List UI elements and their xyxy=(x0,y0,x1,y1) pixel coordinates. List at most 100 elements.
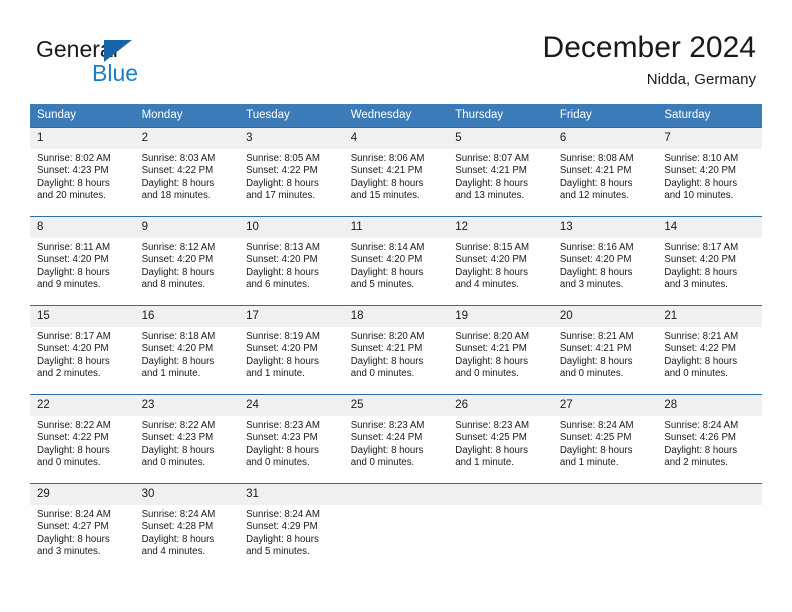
calendar-day-cell[interactable]: 5 Sunrise: 8:07 AM Sunset: 4:21 PM Daylight… xyxy=(448,127,553,217)
daylight-text-line1: Daylight: 8 hours xyxy=(141,444,215,456)
sunset-text: Sunset: 4:22 PM xyxy=(246,165,318,177)
day-number: 4 xyxy=(343,128,449,149)
day-sun-info: Sunrise: 8:24 AM Sunset: 4:29 PM Daylight:… xyxy=(239,505,344,559)
sunset-text: Sunset: 4:22 PM xyxy=(664,343,736,355)
calendar-day-cell[interactable]: 18 Sunrise: 8:20 AM Sunset: 4:21 PM Dayligh… xyxy=(343,305,449,395)
daylight-text-line2: and 10 minutes. xyxy=(664,190,734,202)
daylight-text-line2: and 20 minutes. xyxy=(37,190,106,202)
calendar-day-cell[interactable]: 22 Sunrise: 8:22 AM Sunset: 4:22 PM Dayligh… xyxy=(30,394,135,484)
calendar-day-cell[interactable]: 26 Sunrise: 8:23 AM Sunset: 4:25 PM Dayligh… xyxy=(448,394,553,484)
sunrise-text: Sunrise: 8:19 AM xyxy=(246,331,320,342)
day-sun-info: Sunrise: 8:05 AM Sunset: 4:22 PM Daylight:… xyxy=(239,149,344,203)
sunrise-text: Sunrise: 8:22 AM xyxy=(37,420,111,431)
day-number: 7 xyxy=(657,128,762,149)
sunrise-text: Sunrise: 8:11 AM xyxy=(37,242,111,253)
calendar-day-cell[interactable]: 12 Sunrise: 8:15 AM Sunset: 4:20 PM Dayligh… xyxy=(448,216,553,306)
day-sun-info: Sunrise: 8:02 AM Sunset: 4:23 PM Daylight:… xyxy=(30,149,135,203)
day-sun-info: Sunrise: 8:23 AM Sunset: 4:24 PM Daylight:… xyxy=(344,416,449,470)
sunset-text: Sunset: 4:20 PM xyxy=(246,343,318,355)
sunset-text: Sunset: 4:20 PM xyxy=(141,254,214,266)
calendar-week-row: 15 Sunrise: 8:17 AM Sunset: 4:20 PM Dayligh… xyxy=(30,305,762,395)
calendar-day-cell[interactable]: 11 Sunrise: 8:14 AM Sunset: 4:20 PM Dayligh… xyxy=(343,216,449,306)
day-sun-info: Sunrise: 8:15 AM Sunset: 4:20 PM Daylight:… xyxy=(448,238,553,292)
sunset-text: Sunset: 4:20 PM xyxy=(37,254,109,266)
daylight-text-line1: Daylight: 8 hours xyxy=(455,266,528,278)
day-sun-info: Sunrise: 8:24 AM Sunset: 4:26 PM Daylight:… xyxy=(657,416,762,470)
day-sun-info: Sunrise: 8:23 AM Sunset: 4:23 PM Daylight:… xyxy=(239,416,344,470)
calendar-day-cell[interactable]: 13 Sunrise: 8:16 AM Sunset: 4:20 PM Dayligh… xyxy=(552,216,658,306)
title-block: December 2024 Nidda, Germany xyxy=(543,30,756,89)
sunrise-text: Sunrise: 8:18 AM xyxy=(141,331,216,342)
daylight-text-line2: and 5 minutes. xyxy=(350,279,415,291)
calendar-day-cell[interactable]: 10 Sunrise: 8:13 AM Sunset: 4:20 PM Dayligh… xyxy=(239,216,344,306)
calendar-day-cell[interactable]: 21 Sunrise: 8:21 AM Sunset: 4:22 PM Dayligh… xyxy=(657,305,762,395)
calendar-day-cell[interactable]: 20 Sunrise: 8:21 AM Sunset: 4:21 PM Dayligh… xyxy=(552,305,658,395)
sunrise-text: Sunrise: 8:24 AM xyxy=(141,509,216,520)
daylight-text-line2: and 2 minutes. xyxy=(37,368,101,380)
day-sun-info: Sunrise: 8:22 AM Sunset: 4:23 PM Daylight:… xyxy=(135,416,240,470)
sunrise-text: Sunrise: 8:21 AM xyxy=(559,331,634,342)
weekday-header-sunday: Sunday xyxy=(30,104,135,128)
daylight-text-line1: Daylight: 8 hours xyxy=(37,177,110,189)
day-number: 31 xyxy=(239,484,344,505)
daylight-text-line2: and 12 minutes. xyxy=(559,190,629,202)
calendar-day-cell[interactable]: 15 Sunrise: 8:17 AM Sunset: 4:20 PM Dayligh… xyxy=(30,305,135,395)
day-number: 15 xyxy=(30,306,135,327)
sunset-text: Sunset: 4:22 PM xyxy=(37,432,109,444)
daylight-text-line1: Daylight: 8 hours xyxy=(141,355,215,367)
daylight-text-line1: Daylight: 8 hours xyxy=(350,177,424,189)
sunset-text: Sunset: 4:20 PM xyxy=(141,343,214,355)
day-sun-info: Sunrise: 8:12 AM Sunset: 4:20 PM Daylight:… xyxy=(135,238,240,292)
day-number: 27 xyxy=(552,395,658,416)
calendar-day-cell[interactable]: 29 Sunrise: 8:24 AM Sunset: 4:27 PM Dayligh… xyxy=(30,483,135,573)
weekday-header-saturday: Saturday xyxy=(657,104,762,128)
weekday-header-wednesday: Wednesday xyxy=(343,104,449,128)
calendar-day-cell[interactable]: 6 Sunrise: 8:08 AM Sunset: 4:21 PM Daylight… xyxy=(552,127,658,217)
calendar-day-cell[interactable]: 1 Sunrise: 8:02 AM Sunset: 4:23 PM Daylight… xyxy=(30,127,135,217)
weekday-header-monday: Monday xyxy=(134,104,240,128)
calendar-day-cell[interactable]: 24 Sunrise: 8:23 AM Sunset: 4:23 PM Dayligh… xyxy=(239,394,344,484)
day-sun-info: Sunrise: 8:20 AM Sunset: 4:21 PM Daylight:… xyxy=(344,327,449,381)
daylight-text-line1: Daylight: 8 hours xyxy=(664,355,738,367)
calendar-day-cell[interactable]: 9 Sunrise: 8:12 AM Sunset: 4:20 PM Daylight… xyxy=(134,216,240,306)
sunset-text: Sunset: 4:29 PM xyxy=(246,521,318,533)
daylight-text-line1: Daylight: 8 hours xyxy=(141,177,215,189)
calendar-day-cell[interactable]: 16 Sunrise: 8:18 AM Sunset: 4:20 PM Dayligh… xyxy=(134,305,240,395)
calendar-header-row: Sunday Monday Tuesday Wednesday Thursday… xyxy=(30,104,762,128)
day-sun-info: Sunrise: 8:24 AM Sunset: 4:25 PM Daylight:… xyxy=(553,416,658,470)
day-sun-info: Sunrise: 8:19 AM Sunset: 4:20 PM Daylight:… xyxy=(239,327,344,381)
calendar-day-cell[interactable]: 17 Sunrise: 8:19 AM Sunset: 4:20 PM Dayligh… xyxy=(239,305,344,395)
calendar-day-cell[interactable]: 2 Sunrise: 8:03 AM Sunset: 4:22 PM Daylight… xyxy=(134,127,240,217)
calendar-day-cell[interactable]: 30 Sunrise: 8:24 AM Sunset: 4:28 PM Dayligh… xyxy=(134,483,240,573)
daylight-text-line2: and 4 minutes. xyxy=(141,546,206,558)
calendar-day-cell[interactable]: 28 Sunrise: 8:24 AM Sunset: 4:26 PM Dayligh… xyxy=(657,394,762,484)
sunrise-text: Sunrise: 8:23 AM xyxy=(455,420,530,431)
sunrise-text: Sunrise: 8:10 AM xyxy=(664,153,739,164)
calendar-day-cell[interactable]: 7 Sunrise: 8:10 AM Sunset: 4:20 PM Daylight… xyxy=(657,127,762,217)
sunset-text: Sunset: 4:20 PM xyxy=(664,254,736,266)
calendar-day-cell[interactable]: 19 Sunrise: 8:20 AM Sunset: 4:21 PM Dayligh… xyxy=(448,305,553,395)
calendar-day-cell[interactable]: 23 Sunrise: 8:22 AM Sunset: 4:23 PM Dayligh… xyxy=(134,394,240,484)
calendar-day-cell[interactable]: 3 Sunrise: 8:05 AM Sunset: 4:22 PM Daylight… xyxy=(239,127,344,217)
daylight-text-line1: Daylight: 8 hours xyxy=(559,177,633,189)
calendar-day-cell[interactable]: 8 Sunrise: 8:11 AM Sunset: 4:20 PM Daylight… xyxy=(30,216,135,306)
sunrise-text: Sunrise: 8:08 AM xyxy=(559,153,634,164)
daylight-text-line1: Daylight: 8 hours xyxy=(246,177,319,189)
calendar-day-cell[interactable]: 14 Sunrise: 8:17 AM Sunset: 4:20 PM Dayligh… xyxy=(657,216,762,306)
calendar-day-cell[interactable]: 25 Sunrise: 8:23 AM Sunset: 4:24 PM Dayligh… xyxy=(343,394,449,484)
calendar-day-cell[interactable]: 31 Sunrise: 8:24 AM Sunset: 4:29 PM Dayligh… xyxy=(239,483,344,573)
day-number: 13 xyxy=(552,217,658,238)
logo-text-blue: Blue xyxy=(92,60,139,86)
sunrise-text: Sunrise: 8:14 AM xyxy=(350,242,425,253)
calendar-day-cell[interactable]: 27 Sunrise: 8:24 AM Sunset: 4:25 PM Dayligh… xyxy=(552,394,658,484)
daylight-text-line2: and 0 minutes. xyxy=(559,368,624,380)
day-number: 24 xyxy=(239,395,344,416)
calendar-day-cell[interactable]: 4 Sunrise: 8:06 AM Sunset: 4:21 PM Daylight… xyxy=(343,127,449,217)
day-number: 23 xyxy=(134,395,240,416)
daylight-text-line1: Daylight: 8 hours xyxy=(350,355,424,367)
sunrise-text: Sunrise: 8:22 AM xyxy=(141,420,216,431)
sunset-text: Sunset: 4:20 PM xyxy=(246,254,318,266)
day-number: 6 xyxy=(552,128,658,149)
day-sun-info: Sunrise: 8:23 AM Sunset: 4:25 PM Daylight:… xyxy=(448,416,553,470)
general-blue-logo[interactable]: General Blue xyxy=(36,36,236,88)
